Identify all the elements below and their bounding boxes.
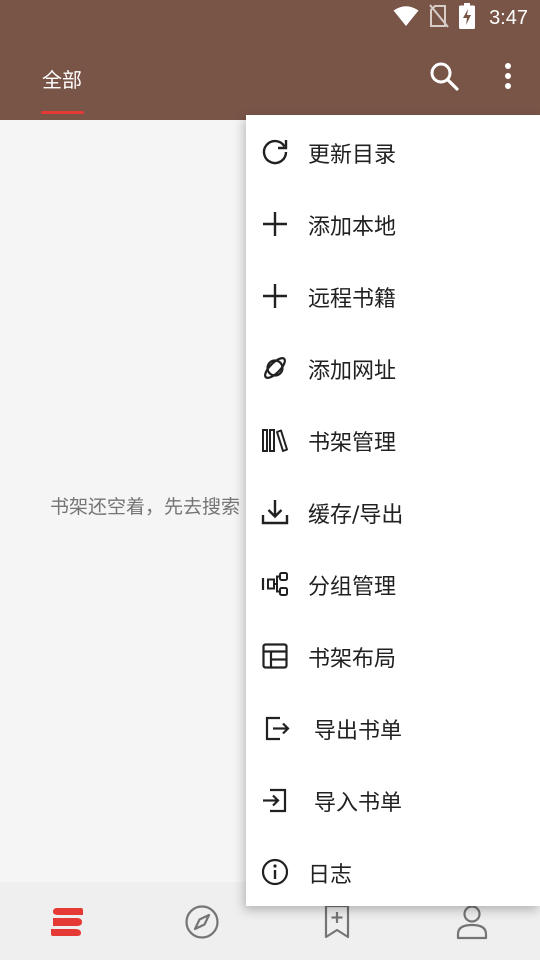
import-icon: [260, 785, 290, 815]
menu-label: 添加本地: [308, 215, 397, 240]
profile-icon[interactable]: [452, 902, 492, 942]
status-time: 3:47: [489, 6, 528, 29]
menu-label: 书架布局: [308, 647, 397, 672]
menu-label: 远程书籍: [308, 287, 397, 312]
menu-item-export-booklist[interactable]: 导出书单: [246, 691, 540, 763]
menu-label: 缓存/导出: [308, 503, 404, 528]
plus-icon: [260, 209, 290, 239]
plus-icon: [260, 281, 290, 311]
menu-label: 添加网址: [308, 359, 397, 384]
layout-icon: [260, 641, 290, 671]
overflow-menu: 更新目录 添加本地 远程书籍 添加网址 书架管理 缓存/导出 分组管理 书架布局…: [246, 115, 540, 906]
no-sim-icon: [429, 4, 449, 32]
menu-item-log[interactable]: 日志: [246, 835, 540, 907]
status-icons: 3:47: [393, 3, 528, 33]
info-icon: [260, 857, 290, 887]
menu-item-group-manage[interactable]: 分组管理: [246, 547, 540, 619]
refresh-icon: [260, 137, 290, 167]
download-icon: [260, 497, 290, 527]
more-vert-icon[interactable]: [492, 60, 524, 92]
menu-item-cache-export[interactable]: 缓存/导出: [246, 475, 540, 547]
menu-item-add-url[interactable]: 添加网址: [246, 331, 540, 403]
app-screen: 3:47 全部 书架还空着，先去搜索 更新目录 添加本地 远程书籍 添加网址 书…: [0, 0, 540, 960]
menu-label: 更新目录: [308, 143, 397, 168]
bookshelf-icon[interactable]: [47, 902, 87, 942]
tab-all[interactable]: 全部: [42, 64, 82, 93]
menu-label: 分组管理: [308, 575, 397, 600]
export-icon: [260, 713, 290, 743]
battery-charging-icon: [459, 3, 476, 33]
menu-item-update-catalog[interactable]: 更新目录: [246, 115, 540, 187]
menu-item-bookshelf-layout[interactable]: 书架布局: [246, 619, 540, 691]
rss-bookmark-icon[interactable]: [317, 902, 357, 942]
menu-label: 导出书单: [314, 719, 403, 744]
top-toolbar: 全部: [0, 36, 540, 120]
wifi-icon: [393, 5, 419, 31]
menu-item-import-booklist[interactable]: 导入书单: [246, 763, 540, 835]
explore-icon[interactable]: [182, 902, 222, 942]
tab-indicator: [41, 111, 84, 114]
group-icon: [260, 569, 290, 599]
planet-icon: [260, 353, 290, 383]
menu-label: 导入书单: [314, 791, 403, 816]
menu-label: 日志: [308, 863, 353, 888]
menu-item-remote-books[interactable]: 远程书籍: [246, 259, 540, 331]
menu-label: 书架管理: [308, 431, 397, 456]
search-icon[interactable]: [428, 60, 460, 92]
status-bar: 3:47: [0, 0, 540, 36]
menu-item-add-local[interactable]: 添加本地: [246, 187, 540, 259]
empty-message: 书架还空着，先去搜索: [50, 496, 241, 518]
menu-item-bookshelf-manage[interactable]: 书架管理: [246, 403, 540, 475]
books-icon: [260, 425, 290, 455]
